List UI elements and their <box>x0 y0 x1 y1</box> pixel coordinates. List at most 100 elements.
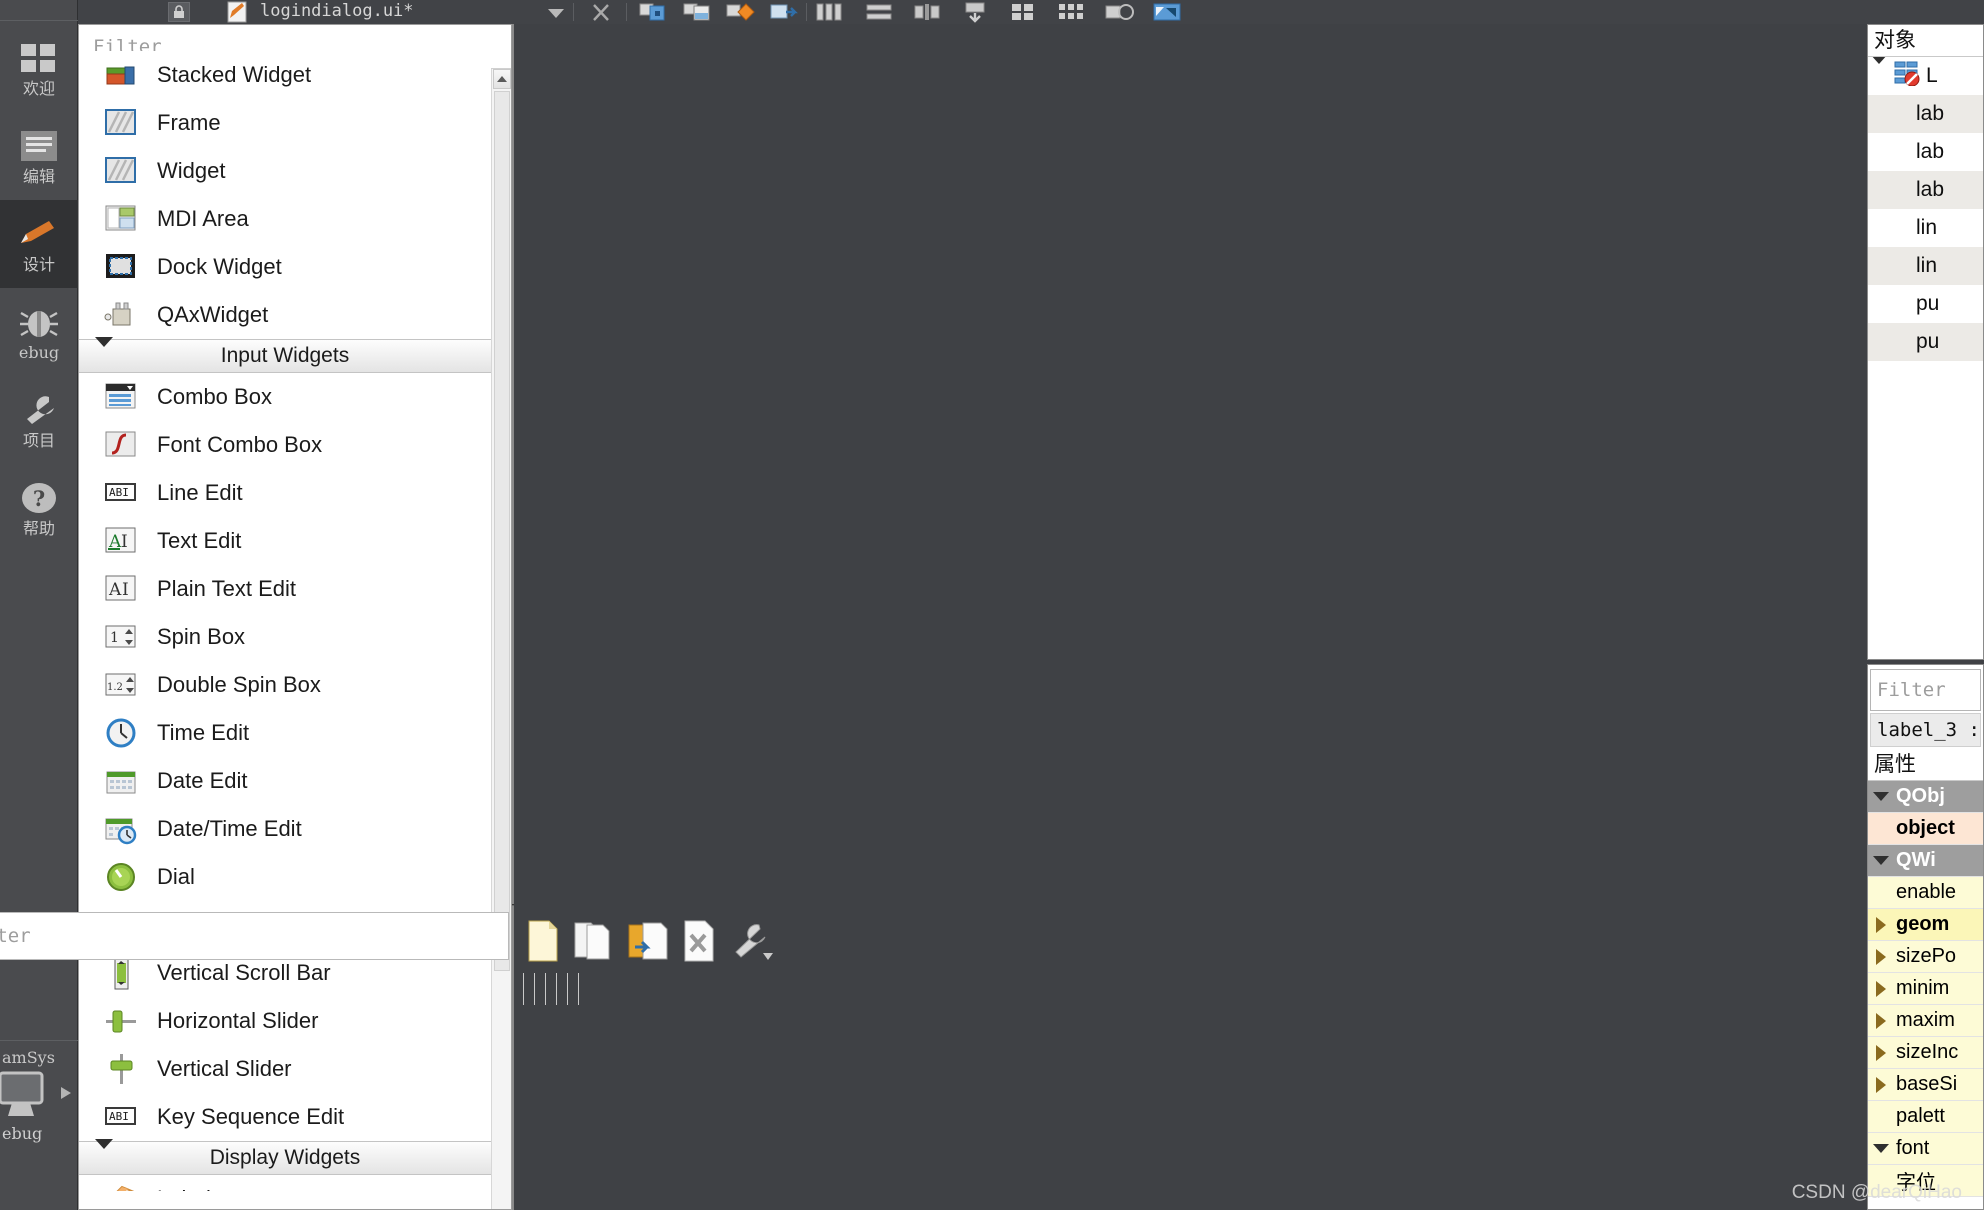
adjust-size-icon[interactable] <box>1152 1 1182 23</box>
widget-item[interactable]: A I Text Edit <box>79 517 491 565</box>
widget-item[interactable]: 1.2 Double Spin Box <box>79 661 491 709</box>
collapse-triangle-icon[interactable] <box>1868 1012 1894 1029</box>
collapse-triangle-icon[interactable] <box>1868 980 1894 997</box>
form-no-layout-icon <box>1894 60 1920 92</box>
scroll-up-arrow-icon[interactable] <box>493 69 511 89</box>
widget-item[interactable]: Widget <box>79 147 491 195</box>
action-column-header[interactable]: 文本 <box>535 973 546 1005</box>
property-label: sizePo <box>1896 945 1957 967</box>
widget-group-header[interactable]: Input Widgets <box>79 337 491 373</box>
property-row[interactable]: baseSi <box>1868 1069 1983 1101</box>
property-row[interactable]: object <box>1868 813 1983 845</box>
action-column-header[interactable]: 可选的 <box>557 973 568 1005</box>
property-filter-input[interactable]: Filter <box>1870 669 1981 711</box>
property-row[interactable]: maxim <box>1868 1005 1983 1037</box>
lock-icon[interactable] <box>168 2 190 22</box>
copy-action-icon[interactable] <box>573 916 615 966</box>
expand-triangle-icon[interactable] <box>1870 57 1894 88</box>
object-tree-row[interactable]: lab <box>1868 133 1983 171</box>
object-tree-row[interactable]: pu <box>1868 323 1983 361</box>
edit-widgets-icon[interactable] <box>638 1 668 23</box>
layout-splitter-vertical-icon[interactable] <box>960 1 990 23</box>
collapse-triangle-icon[interactable] <box>1868 948 1894 965</box>
action-column-header[interactable]: 工具提示 <box>568 973 579 1005</box>
edit-buddies-icon[interactable] <box>726 1 756 23</box>
property-row[interactable]: enable <box>1868 877 1983 909</box>
edit-signals-slots-icon[interactable] <box>682 1 712 23</box>
configure-wrench-icon[interactable] <box>729 916 773 966</box>
layout-form-icon[interactable] <box>1008 1 1038 23</box>
widget-item[interactable]: Time Edit <box>79 709 491 757</box>
property-rows[interactable]: QObj object QWi enable geom sizePo minim maxim s… <box>1868 781 1983 1197</box>
object-tree-row[interactable]: L <box>1868 57 1983 95</box>
mode-item-4[interactable]: 项目 <box>0 376 78 464</box>
object-tree-row[interactable]: lin <box>1868 247 1983 285</box>
property-row[interactable]: minim <box>1868 973 1983 1005</box>
action-column-header[interactable]: 快捷键 <box>546 973 557 1005</box>
widget-item[interactable]: A I Plain Text Edit <box>79 565 491 613</box>
widget-item[interactable]: Dial <box>79 853 491 901</box>
property-row[interactable]: QWi <box>1868 845 1983 877</box>
widget-item[interactable]: Dock Widget <box>79 243 491 291</box>
widget-box-scrollbar[interactable] <box>491 69 511 1209</box>
property-row[interactable]: palett <box>1868 1101 1983 1133</box>
widget-item[interactable]: Date/Time Edit <box>79 805 491 853</box>
scrollbar-thumb[interactable] <box>494 91 510 971</box>
collapse-triangle-icon[interactable] <box>1868 1076 1894 1093</box>
edit-tab-order-icon[interactable] <box>770 1 800 23</box>
widget-item[interactable]: MDI Area <box>79 195 491 243</box>
mode-item-0[interactable]: 欢迎 <box>0 24 78 112</box>
widget-item[interactable]: Label <box>79 1175 491 1191</box>
property-row[interactable]: font <box>1868 1133 1983 1165</box>
collapse-triangle-icon[interactable] <box>1868 916 1894 933</box>
widget-item[interactable]: Frame <box>79 99 491 147</box>
layout-grid-icon[interactable] <box>1056 1 1086 23</box>
mode-item-2[interactable]: 设计 <box>0 200 78 288</box>
object-tree-row[interactable]: lin <box>1868 209 1983 247</box>
property-row[interactable]: sizeInc <box>1868 1037 1983 1069</box>
mode-item-3[interactable]: ebug <box>0 288 78 376</box>
object-tree-label: lab <box>1916 102 1945 125</box>
new-action-icon[interactable] <box>525 916 561 966</box>
object-tree-row[interactable]: pu <box>1868 285 1983 323</box>
action-column-header[interactable]: 使用 <box>524 973 535 1005</box>
widget-item[interactable]: Stacked Widget <box>79 51 491 99</box>
object-tree[interactable]: Llab lab lab lin lin pu pu <box>1868 57 1983 361</box>
object-tree-row[interactable]: lab <box>1868 95 1983 133</box>
widget-item[interactable]: Horizontal Slider <box>79 997 491 1045</box>
widget-group-header[interactable]: Display Widgets <box>79 1139 491 1175</box>
widget-item[interactable]: ABI Line Edit <box>79 469 491 517</box>
break-layout-icon[interactable] <box>1104 1 1134 23</box>
widget-item[interactable]: 1 Spin Box <box>79 613 491 661</box>
delete-action-icon[interactable] <box>681 916 717 966</box>
action-column-header[interactable]: 名称 <box>513 973 524 1005</box>
widget-item[interactable]: ABI Key Sequence Edit <box>79 1093 491 1141</box>
object-tree-row[interactable]: lab <box>1868 171 1983 209</box>
widget-item[interactable]: Vertical Slider <box>79 1045 491 1093</box>
mode-item-1[interactable]: 编辑 <box>0 112 78 200</box>
widget-item[interactable]: Font Combo Box <box>79 421 491 469</box>
layout-splitter-horizontal-icon[interactable] <box>912 1 942 23</box>
layout-vertical-icon[interactable] <box>864 1 894 23</box>
mode-item-5[interactable]: ? 帮助 <box>0 464 78 552</box>
collapse-triangle-icon[interactable] <box>1868 1044 1894 1061</box>
widget-box-list[interactable]: Stacked Widget Frame Widget MDI Area Dock Wi… <box>79 51 491 1191</box>
expand-triangle-icon[interactable] <box>1868 856 1894 865</box>
close-x-icon[interactable] <box>590 2 612 27</box>
expand-triangle-icon[interactable] <box>1868 792 1894 801</box>
run-config-block[interactable]: amSys ebug <box>0 1048 78 1143</box>
chevron-down-icon[interactable] <box>546 6 566 24</box>
run-expand-arrow-icon[interactable] <box>58 1083 74 1108</box>
form-editor-canvas[interactable]: 去掉文本 TextLabel <box>512 24 514 904</box>
action-filter-input[interactable]: Filter <box>0 912 509 960</box>
layout-horizontal-icon[interactable] <box>814 1 844 23</box>
widget-item[interactable]: Date Edit <box>79 757 491 805</box>
property-row[interactable]: sizePo <box>1868 941 1983 973</box>
property-row[interactable]: QObj <box>1868 781 1983 813</box>
widget-item[interactable]: QAxWidget <box>79 291 491 339</box>
expand-triangle-icon[interactable] <box>1868 1144 1894 1153</box>
paste-action-icon[interactable] <box>627 916 669 966</box>
property-row[interactable]: geom <box>1868 909 1983 941</box>
h-slider-icon <box>101 1002 141 1040</box>
widget-item[interactable]: Combo Box <box>79 373 491 421</box>
